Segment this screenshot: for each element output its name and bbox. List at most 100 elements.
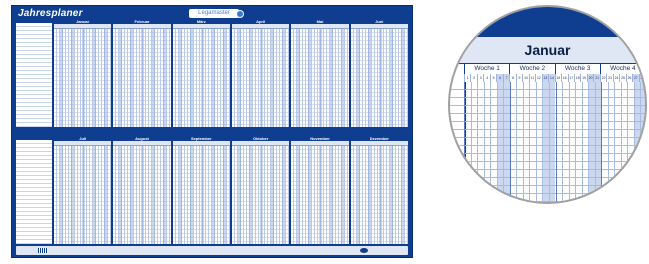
month-block: Februar — [113, 19, 171, 127]
planner-title: Jahresplaner — [18, 8, 83, 19]
weekend-column — [211, 29, 215, 127]
weekend-column — [248, 146, 252, 244]
footer-mark-icon — [360, 248, 368, 253]
zoom-grid-line — [575, 82, 576, 202]
weekend-column — [367, 146, 371, 244]
months-row-bottom: Juli August September Oktober November Dezemb… — [54, 136, 408, 244]
weekend-column — [152, 146, 156, 244]
weekend-column — [130, 146, 134, 244]
zoom-grid-line — [549, 82, 550, 202]
zoom-header-bar — [450, 7, 645, 39]
weekend-column — [60, 146, 63, 244]
weekend-column — [200, 146, 204, 244]
zoom-week-label: Woche 4 — [599, 64, 645, 74]
weekend-column — [378, 146, 382, 244]
weekend-column — [389, 29, 393, 127]
planner-first-half: Januar Februar März April Mai Juni — [16, 19, 408, 127]
zoom-week-row: Woche 1 Woche 2 Woche 3 Woche 4 — [464, 64, 645, 74]
zoom-week-label: Woche 3 — [554, 64, 600, 74]
weekend-column — [82, 29, 85, 127]
zoom-grid-line — [595, 82, 596, 202]
zoom-grid-line — [529, 82, 530, 202]
zoom-grid-line — [634, 82, 635, 202]
weekend-column — [237, 29, 241, 127]
weekend-column — [119, 146, 123, 244]
month-day-grid — [54, 29, 112, 127]
weekend-column — [93, 146, 96, 244]
month-day-grid — [231, 146, 290, 244]
weekend-column — [178, 146, 182, 244]
weekend-column — [400, 146, 404, 244]
months-row-top: Januar Februar März April Mai Juni — [54, 19, 408, 127]
zoom-grid-line — [516, 82, 517, 202]
weekend-column — [308, 29, 312, 127]
zoom-grid-line — [556, 82, 557, 202]
weekend-column — [297, 146, 301, 244]
zoom-grid-line — [569, 82, 570, 202]
zoom-grid-line — [640, 82, 641, 202]
zoom-grid-line — [484, 82, 485, 202]
zoom-grid-line — [490, 82, 491, 202]
month-day-grid — [291, 29, 349, 127]
month-day-grid — [291, 146, 349, 244]
month-block: Mai — [291, 19, 349, 127]
weekend-column — [389, 146, 393, 244]
weekend-column — [189, 146, 193, 244]
weekend-column — [341, 29, 345, 127]
month-block: Dezember — [350, 136, 408, 244]
month-day-grid — [172, 29, 230, 127]
zoom-day-row: 1 2 3 4 5 6 7 8 9 10 11 12 13 14 15 16 17 18 19 20 21 22 23 24 2… — [464, 74, 645, 82]
month-block: April — [231, 19, 290, 127]
weekend-column — [200, 29, 204, 127]
month-block: August — [113, 136, 171, 244]
zoom-grid-line — [588, 82, 589, 202]
weekend-column — [356, 146, 360, 244]
weekend-column — [330, 146, 334, 244]
zoom-week-label: Woche 2 — [509, 64, 555, 74]
weekend-column — [237, 146, 241, 244]
month-day-grid — [113, 29, 171, 127]
zoom-grid-line — [601, 82, 602, 202]
zoom-grid-line — [497, 82, 498, 202]
weekend-column — [248, 29, 252, 127]
zoom-grid-line — [608, 82, 609, 202]
weekend-column — [163, 29, 167, 127]
weekend-column — [222, 29, 226, 127]
zoom-grid-line — [536, 82, 537, 202]
weekend-column — [60, 29, 63, 127]
logo-text: Legamaster — [198, 10, 230, 16]
names-column — [16, 140, 52, 244]
zoom-detail: Januar Woche 1 Woche 2 Woche 3 Woche 4 1234… — [448, 5, 647, 204]
logo-mark-icon — [236, 10, 244, 18]
weekend-column — [356, 29, 360, 127]
weekend-column — [93, 29, 96, 127]
month-block: März — [172, 19, 230, 127]
weekend-column — [319, 146, 323, 244]
weekend-column — [211, 146, 215, 244]
zoom-month-title: Januar — [450, 37, 645, 64]
weekend-column — [367, 29, 371, 127]
zoom-grid-line — [542, 82, 543, 202]
month-day-grid — [231, 29, 290, 127]
weekend-column — [319, 29, 323, 127]
month-block: September — [172, 136, 230, 244]
zoom-grid-line — [523, 82, 524, 202]
weekend-column — [400, 29, 404, 127]
zoom-week-label: Woche 1 — [464, 64, 510, 74]
weekend-column — [119, 29, 123, 127]
month-block: Juli — [54, 136, 112, 244]
weekend-column — [104, 146, 107, 244]
barcode-icon — [38, 248, 48, 253]
weekend-column — [330, 29, 334, 127]
zoom-grid-line — [621, 82, 622, 202]
month-day-grid — [113, 146, 171, 244]
weekend-column — [178, 29, 182, 127]
zoom-grid-line — [562, 82, 563, 202]
month-block: Juni — [350, 19, 408, 127]
month-block: Oktober — [231, 136, 290, 244]
weekend-column — [222, 146, 226, 244]
weekend-column — [141, 29, 145, 127]
weekend-column — [163, 146, 167, 244]
weekend-column — [104, 29, 107, 127]
zoom-grid-line — [464, 82, 465, 202]
